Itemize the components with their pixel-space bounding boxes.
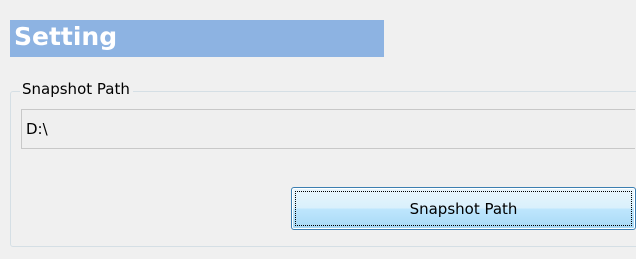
- settings-panel: Setting Snapshot Path Snapshot Path: [0, 0, 636, 259]
- snapshot-path-field[interactable]: [21, 109, 635, 149]
- header-bar: Setting: [10, 20, 384, 57]
- snapshot-path-button[interactable]: Snapshot Path: [291, 187, 636, 230]
- groupbox-legend: Snapshot Path: [20, 79, 133, 99]
- page-title: Setting: [14, 22, 118, 51]
- snapshot-path-button-label: Snapshot Path: [409, 199, 518, 218]
